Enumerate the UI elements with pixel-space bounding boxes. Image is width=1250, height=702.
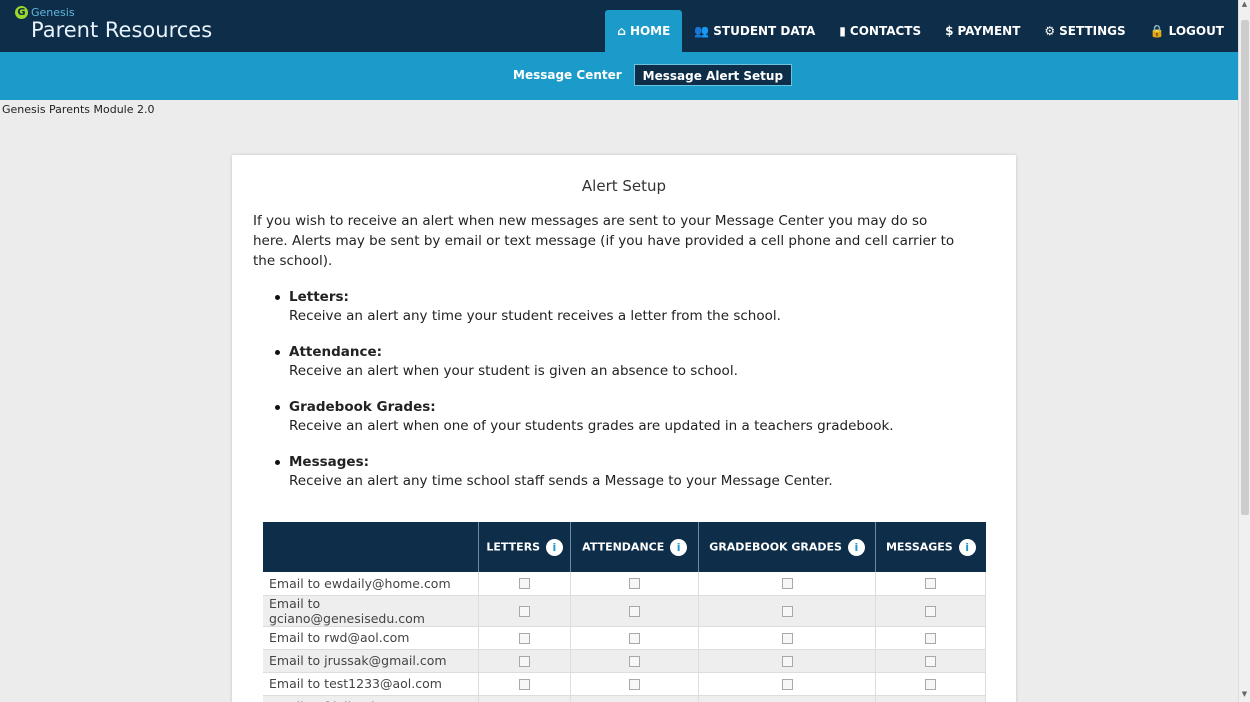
letters-checkbox[interactable]	[519, 632, 531, 644]
info-icon[interactable]: i	[958, 538, 976, 556]
gradebook-grades-checkbox[interactable]	[781, 632, 793, 644]
grid-corner-header	[263, 522, 480, 572]
bullet-icon	[275, 350, 280, 355]
bullet-icon	[275, 460, 280, 465]
alert-type-title: Messages:	[289, 454, 370, 470]
bullet-icon	[275, 405, 280, 410]
messages-checkbox[interactable]	[925, 655, 937, 667]
messages-checkbox[interactable]	[925, 678, 937, 690]
table-row: Email to ewdaily@home.com	[263, 572, 986, 596]
letters-checkbox[interactable]	[519, 678, 531, 690]
sub-nav-bar: Message Center Message Alert Setup	[0, 52, 1250, 100]
attendance-checkbox[interactable]	[629, 632, 641, 644]
nav-item-label: LOGOUT	[1168, 24, 1224, 38]
dollar-circle-icon: $	[945, 24, 954, 38]
attendance-checkbox[interactable]	[629, 605, 641, 617]
letters-checkbox[interactable]	[519, 578, 531, 590]
alert-type-list: Letters: Receive an alert any time your s…	[272, 288, 992, 508]
table-row: Email to fdaily@isp.com	[263, 695, 986, 702]
column-header-gradebook-grades: GRADEBOOK GRADES i	[698, 522, 877, 572]
nav-item-label: HOME	[629, 24, 671, 38]
scroll-thumb[interactable]	[1241, 20, 1249, 515]
nav-item-label: PAYMENT	[957, 24, 1021, 38]
gear-icon: ⚙	[1044, 24, 1056, 38]
nav-item-contacts[interactable]: ▮ CONTACTS	[827, 10, 933, 52]
nav-item-label: SETTINGS	[1059, 24, 1126, 38]
home-icon: ⌂	[617, 24, 626, 38]
column-header-messages: MESSAGES i	[875, 522, 986, 572]
nav-item-logout[interactable]: 🔒 LOGOUT	[1138, 10, 1236, 52]
scroll-down-arrow-icon[interactable]: ▼	[1239, 690, 1250, 702]
alert-type-item: Gradebook Grades: Receive an alert when o…	[272, 398, 992, 436]
gradebook-grades-checkbox[interactable]	[781, 655, 793, 667]
genesis-logo-icon: G	[15, 6, 28, 19]
gradebook-grades-checkbox[interactable]	[781, 678, 793, 690]
nav-item-student-data[interactable]: 👥 STUDENT DATA	[682, 10, 827, 52]
recipient-label: Email to fdaily@isp.com	[263, 695, 480, 702]
table-row: Email to gciano@genesisedu.com	[263, 595, 986, 627]
attendance-checkbox[interactable]	[629, 655, 641, 667]
tab-message-center[interactable]: Message Center	[505, 64, 630, 86]
alert-type-item: Letters: Receive an alert any time your s…	[272, 288, 992, 326]
lock-icon: 🔒	[1149, 24, 1165, 38]
column-header-attendance: ATTENDANCE i	[570, 522, 700, 572]
sub-nav: Message Center Message Alert Setup	[505, 64, 793, 86]
info-icon[interactable]: i	[670, 538, 688, 556]
brand[interactable]: G Genesis Parent Resources	[15, 6, 212, 43]
intro-text: If you wish to receive an alert when new…	[253, 213, 955, 269]
page-title: Alert Setup	[581, 177, 667, 195]
alert-type-title: Gradebook Grades:	[289, 399, 436, 415]
tab-message-alert-setup[interactable]: Message Alert Setup	[633, 64, 793, 86]
contacts-book-icon: ▮	[839, 24, 846, 38]
nav-item-payment[interactable]: $ PAYMENT	[933, 10, 1032, 52]
attendance-checkbox[interactable]	[629, 578, 641, 590]
bullet-icon	[275, 295, 280, 300]
nav-item-settings[interactable]: ⚙ SETTINGS	[1032, 10, 1137, 52]
nav-item-label: CONTACTS	[849, 24, 922, 38]
vertical-scrollbar[interactable]: ▲ ▼	[1238, 0, 1250, 702]
table-row: Email to rwd@aol.com	[263, 626, 986, 650]
scroll-up-arrow-icon[interactable]: ▲	[1239, 0, 1250, 12]
table-row: Email to test1233@aol.com	[263, 672, 986, 696]
alert-type-item: Messages: Receive an alert any time schoo…	[272, 453, 992, 491]
recipient-label: Email to rwd@aol.com	[263, 626, 480, 650]
recipient-label: Email to gciano@genesisedu.com	[263, 595, 480, 627]
nav-item-home[interactable]: ⌂ HOME	[605, 10, 683, 52]
alert-type-description: Receive an alert any time school staff s…	[289, 473, 833, 489]
alert-type-title: Letters:	[289, 289, 349, 305]
gradebook-grades-checkbox[interactable]	[781, 578, 793, 590]
messages-checkbox[interactable]	[925, 632, 937, 644]
alert-grid: LETTERS i ATTENDANCE i GRADEBOOK GRADES iM…	[263, 522, 986, 702]
alert-type-description: Receive an alert any time your student r…	[289, 308, 781, 324]
alert-type-item: Attendance: Receive an alert when your st…	[272, 343, 992, 381]
version-label: Genesis Parents Module 2.0	[2, 103, 155, 116]
alert-type-title: Attendance:	[289, 344, 383, 360]
alert-type-description: Receive an alert when one of your studen…	[289, 418, 894, 434]
column-header-letters: LETTERS i	[478, 522, 572, 572]
recipient-label: Email to ewdaily@home.com	[263, 572, 480, 596]
info-icon[interactable]: i	[545, 538, 563, 556]
top-bar: G Genesis Parent Resources ⌂ HOME 👥 STUDENT…	[0, 0, 1250, 52]
nav-item-label: STUDENT DATA	[713, 24, 816, 38]
recipient-label: Email to test1233@aol.com	[263, 672, 480, 696]
letters-checkbox[interactable]	[519, 605, 531, 617]
main-nav: ⌂ HOME 👥 STUDENT DATA ▮ CONTACTS $ PAYMENT ⚙ SETT…	[605, 10, 1236, 52]
alert-setup-panel: Alert Setup If you wish to receive an al…	[232, 155, 1016, 702]
alert-type-description: Receive an alert when your student is gi…	[289, 363, 738, 379]
info-icon[interactable]: i	[847, 538, 865, 556]
gradebook-grades-checkbox[interactable]	[781, 605, 793, 617]
letters-checkbox[interactable]	[519, 655, 531, 667]
messages-checkbox[interactable]	[925, 605, 937, 617]
brand-product: Parent Resources	[31, 18, 213, 42]
attendance-checkbox[interactable]	[629, 678, 641, 690]
users-icon: 👥	[694, 24, 710, 38]
recipient-label: Email to jrussak@gmail.com	[263, 649, 480, 673]
messages-checkbox[interactable]	[925, 578, 937, 590]
table-row: Email to jrussak@gmail.com	[263, 649, 986, 673]
